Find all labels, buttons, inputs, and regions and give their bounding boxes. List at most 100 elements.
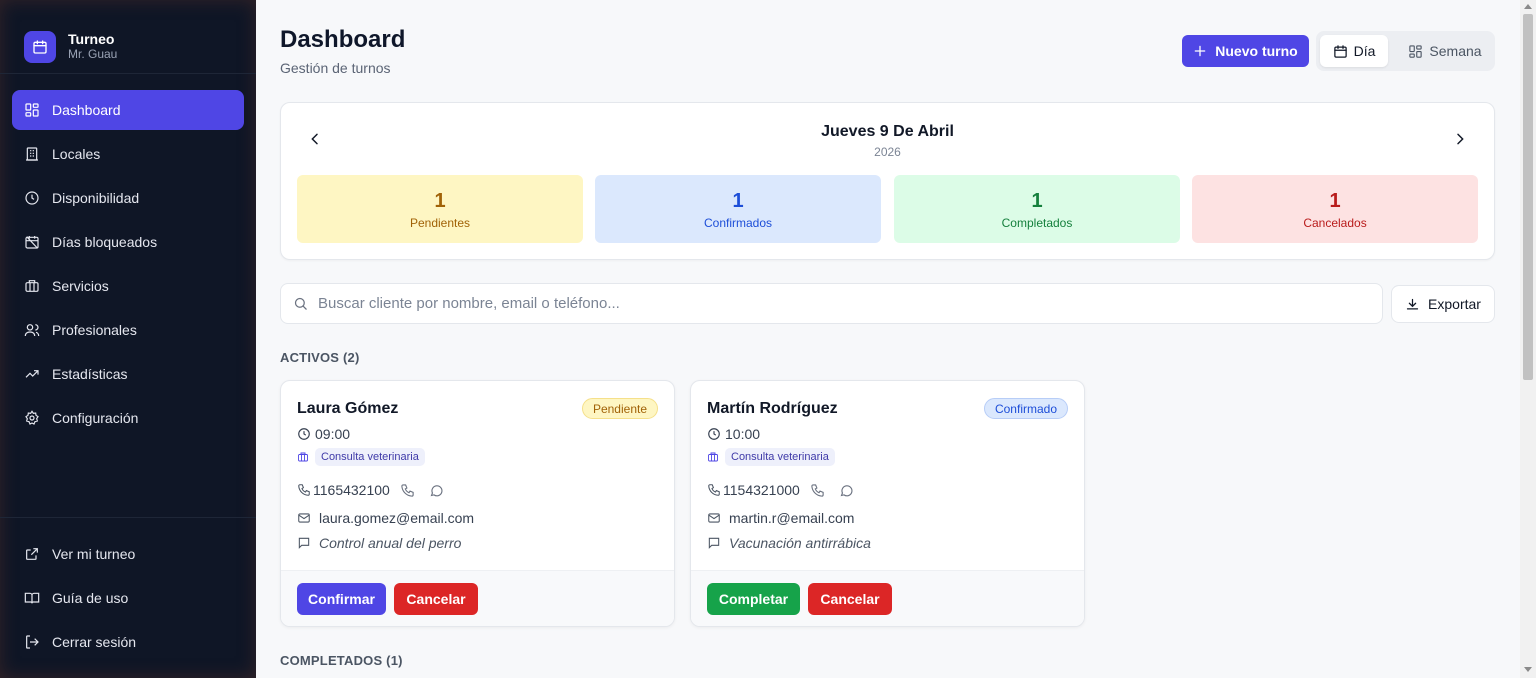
search-box xyxy=(280,283,1383,324)
comment-icon xyxy=(298,537,310,549)
card-actions: Completar Cancelar xyxy=(691,570,1084,626)
client-name: Martín Rodríguez xyxy=(707,400,838,417)
view-day-label: Día xyxy=(1353,43,1376,59)
note-value: Vacunación antirrábica xyxy=(729,535,871,551)
sidebar-item-label: Guía de uso xyxy=(52,590,129,606)
phone-row: 1154321000 xyxy=(707,482,854,498)
stat-value: 1 xyxy=(434,190,446,212)
sidebar-item-estadisticas[interactable]: Estadísticas xyxy=(12,354,244,394)
complete-button[interactable]: Completar xyxy=(707,583,800,615)
note-value: Control anual del perro xyxy=(319,535,462,551)
stat-label: Pendientes xyxy=(409,216,471,230)
download-icon xyxy=(1406,298,1419,309)
stat-value: 1 xyxy=(732,190,744,212)
stat-cancelados[interactable]: 1 Cancelados xyxy=(1192,175,1478,243)
brand-title: Turneo xyxy=(68,31,115,47)
sidebar-footer: Ver mi turneo Guía de uso Cerrar sesión xyxy=(0,517,256,662)
search-input[interactable] xyxy=(318,295,1318,312)
brand: Turneo Mr. Guau xyxy=(0,0,256,74)
sidebar-item-guia-de-uso[interactable]: Guía de uso xyxy=(12,578,244,618)
appointment-card: Laura Gómez Pendiente 09:00 Consulta vet… xyxy=(280,380,675,627)
cancel-button[interactable]: Cancelar xyxy=(808,583,892,615)
scrollbar[interactable] xyxy=(1520,0,1536,678)
stat-label: Confirmados xyxy=(703,216,773,230)
export-button[interactable]: Exportar xyxy=(1391,285,1495,323)
scrollbar-thumb[interactable] xyxy=(1523,14,1533,380)
sidebar-item-label: Locales xyxy=(52,146,101,162)
gear-icon xyxy=(25,410,39,425)
main-content: Dashboard Gestión de turnos Nuevo turno … xyxy=(256,0,1520,678)
stat-confirmados[interactable]: 1 Confirmados xyxy=(595,175,881,243)
scroll-down-arrow-icon[interactable] xyxy=(1524,667,1532,672)
note-row: Control anual del perro xyxy=(297,535,461,551)
whatsapp-chat-icon[interactable] xyxy=(429,483,444,498)
sidebar: Turneo Mr. Guau Dashboard Locales Dispon… xyxy=(0,0,256,678)
users-icon xyxy=(24,324,40,337)
whatsapp-chat-icon[interactable] xyxy=(839,483,854,498)
sidebar-item-disponibilidad[interactable]: Disponibilidad xyxy=(12,178,244,218)
date-summary-card: Jueves 9 De Abril 2026 1 Pendientes 1 Co… xyxy=(280,102,1495,260)
email-value: martin.r@email.com xyxy=(729,510,855,526)
email-row: martin.r@email.com xyxy=(707,510,854,526)
view-day-button[interactable]: Día xyxy=(1320,35,1388,67)
sidebar-item-servicios[interactable]: Servicios xyxy=(12,266,244,306)
layout-grid-icon xyxy=(1409,44,1423,58)
status-badge: Confirmado xyxy=(983,398,1068,419)
plus-icon xyxy=(1194,45,1206,57)
service-pill: Consulta veterinaria xyxy=(725,448,835,466)
call-icon[interactable] xyxy=(400,483,415,498)
sidebar-item-label: Cerrar sesión xyxy=(52,634,137,650)
sidebar-item-configuracion[interactable]: Configuración xyxy=(12,398,244,438)
logout-icon xyxy=(26,635,39,649)
export-label: Exportar xyxy=(1428,296,1481,312)
service-tag: Consulta veterinaria xyxy=(707,448,835,466)
status-badge: Pendiente xyxy=(581,398,658,419)
calendar-logo-icon xyxy=(24,30,56,63)
sidebar-item-ver-mi-turneo[interactable]: Ver mi turneo xyxy=(12,534,244,574)
sidebar-item-profesionales[interactable]: Profesionales xyxy=(12,310,244,350)
sidebar-item-label: Disponibilidad xyxy=(52,190,140,206)
briefcase-icon xyxy=(25,280,39,292)
page-title: Dashboard xyxy=(280,26,406,53)
client-name: Laura Gómez xyxy=(297,400,399,417)
layout-grid-icon xyxy=(25,103,39,117)
call-icon[interactable] xyxy=(810,483,825,498)
stat-value: 1 xyxy=(1329,190,1341,212)
view-week-label: Semana xyxy=(1429,43,1482,59)
briefcase-icon xyxy=(298,452,308,462)
stat-label: Completados xyxy=(1001,216,1073,230)
sidebar-item-label: Servicios xyxy=(52,278,109,294)
sidebar-item-locales[interactable]: Locales xyxy=(12,134,244,174)
time-value: 10:00 xyxy=(725,426,761,442)
confirm-button[interactable]: Confirmar xyxy=(297,583,386,615)
app-window: Turneo Mr. Guau Dashboard Locales Dispon… xyxy=(0,0,1536,678)
clock-icon xyxy=(708,428,720,440)
date-year: 2026 xyxy=(874,145,901,159)
next-day-button[interactable] xyxy=(1450,129,1470,149)
sidebar-item-label: Días bloqueados xyxy=(52,234,158,250)
note-row: Vacunación antirrábica xyxy=(707,535,871,551)
section-completed-label: COMPLETADOS (1) xyxy=(280,653,403,668)
stat-pendientes[interactable]: 1 Pendientes xyxy=(297,175,583,243)
stat-completados[interactable]: 1 Completados xyxy=(894,175,1180,243)
new-appointment-button[interactable]: Nuevo turno xyxy=(1182,35,1309,67)
cancel-button[interactable]: Cancelar xyxy=(394,583,478,615)
view-toggle: Día Semana xyxy=(1316,31,1495,71)
clock-icon xyxy=(25,191,39,205)
time-value: 09:00 xyxy=(315,426,351,442)
sidebar-item-label: Profesionales xyxy=(52,322,137,338)
new-appointment-label: Nuevo turno xyxy=(1215,43,1298,59)
view-week-button[interactable]: Semana xyxy=(1400,35,1490,67)
sidebar-item-dias-bloqueados[interactable]: Días bloqueados xyxy=(12,222,244,262)
date-title: Jueves 9 De Abril xyxy=(821,123,954,140)
trending-up-icon xyxy=(25,370,39,378)
sidebar-item-dashboard[interactable]: Dashboard xyxy=(12,90,244,130)
mail-icon xyxy=(708,513,720,523)
scroll-up-arrow-icon[interactable] xyxy=(1524,4,1532,9)
appointment-time: 10:00 xyxy=(707,426,760,442)
appointment-time: 09:00 xyxy=(297,426,350,442)
book-icon xyxy=(24,592,40,604)
sidebar-item-cerrar-sesion[interactable]: Cerrar sesión xyxy=(12,622,244,662)
stat-label: Cancelados xyxy=(1303,216,1367,230)
service-pill: Consulta veterinaria xyxy=(315,448,425,466)
